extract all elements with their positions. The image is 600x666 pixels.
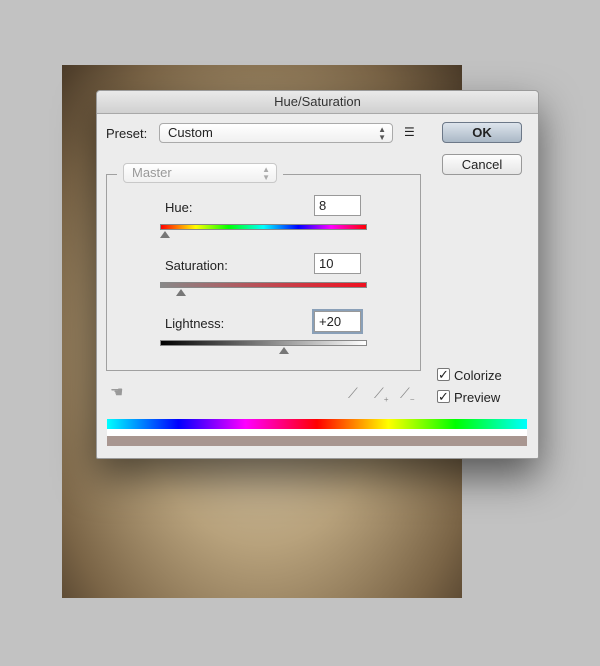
hue-slider-thumb[interactable] [159, 231, 170, 238]
updown-arrows-icon: ▲ ▼ [378, 125, 386, 142]
channel-select[interactable]: Master ▲ ▼ [123, 163, 277, 183]
saturation-slider-thumb[interactable] [175, 289, 186, 296]
lightness-label: Lightness: [165, 316, 225, 331]
targeted-adjustment-hand-icon[interactable]: ☚ [110, 383, 123, 401]
lightness-slider-thumb[interactable] [279, 347, 290, 354]
lightness-slider-track[interactable] [160, 340, 367, 346]
eyedropper-plus-icon[interactable]: ⟋+ [374, 385, 388, 404]
output-color-bar [107, 436, 527, 446]
hue-input[interactable]: 8 [314, 195, 361, 216]
preset-select[interactable]: Custom ▲ ▼ [159, 123, 393, 143]
preset-value: Custom [168, 125, 213, 140]
ok-button[interactable]: OK [442, 122, 522, 143]
hue-label: Hue: [165, 200, 193, 215]
updown-arrows-icon: ▲ ▼ [262, 165, 270, 182]
lightness-input[interactable]: +20 [314, 311, 361, 332]
hue-saturation-dialog: Hue/Saturation Preset: Custom ▲ ▼ ☰ OK Can… [96, 90, 539, 459]
saturation-input[interactable]: 10 [314, 253, 361, 274]
colorize-label: Colorize [454, 368, 502, 383]
list-options-icon[interactable]: ☰ [404, 125, 415, 139]
eyedropper-icon[interactable]: ⟋ [348, 385, 358, 402]
saturation-slider-track[interactable] [160, 282, 367, 288]
preview-checkbox[interactable]: ✓ [437, 390, 450, 403]
hue-slider-track[interactable] [160, 224, 367, 230]
colorize-checkbox[interactable]: ✓ [437, 368, 450, 381]
preset-label: Preset: [106, 126, 148, 141]
channel-value: Master [132, 165, 172, 180]
eyedropper-minus-icon[interactable]: ⟋− [400, 385, 414, 404]
preview-label: Preview [454, 390, 501, 405]
input-hue-bar [107, 419, 527, 429]
cancel-button[interactable]: Cancel [442, 154, 522, 175]
dialog-title: Hue/Saturation [97, 91, 538, 114]
bar-separator [107, 429, 527, 436]
saturation-label: Saturation: [165, 258, 228, 273]
